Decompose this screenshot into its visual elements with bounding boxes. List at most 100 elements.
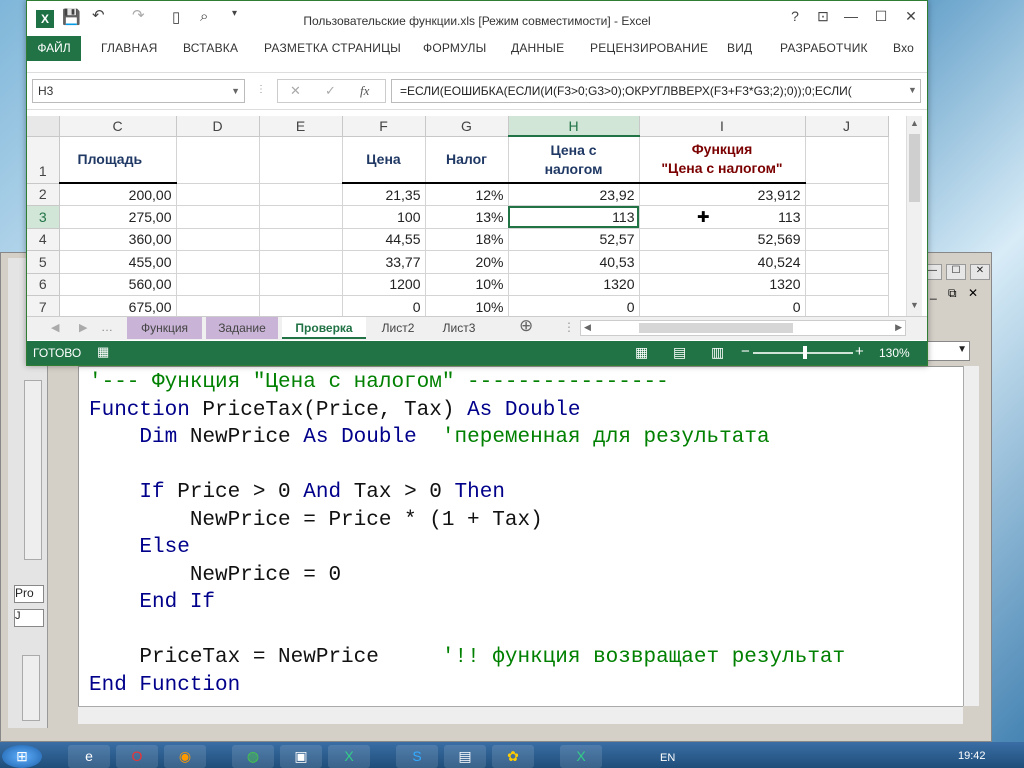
zoom-in-icon[interactable]: +: [855, 343, 864, 360]
scroll-thumb[interactable]: [909, 134, 920, 202]
page-layout-view-icon[interactable]: ▤: [673, 344, 686, 361]
header-price[interactable]: Цена: [342, 136, 426, 184]
vbe-maximize-icon[interactable]: ☐: [946, 264, 966, 280]
code-line[interactable]: Function PriceTax(Price, Tax) As Double: [89, 397, 581, 424]
cell-function-result[interactable]: 113: [639, 205, 806, 229]
clock[interactable]: 19:42: [958, 750, 986, 762]
help-icon[interactable]: ?: [782, 8, 808, 24]
cell-function-result[interactable]: 0: [639, 295, 806, 316]
expand-formula-icon[interactable]: ▼: [908, 85, 917, 95]
cell-area[interactable]: 360,00: [59, 228, 177, 251]
code-line[interactable]: End Function: [89, 672, 240, 699]
tab-signin[interactable]: Вхо: [893, 41, 914, 55]
chrome-icon[interactable]: ◍: [232, 745, 274, 768]
cell-price-with-tax[interactable]: 0: [508, 295, 640, 316]
tab-file[interactable]: ФАЙЛ: [27, 36, 81, 61]
mdi-restore-icon[interactable]: ⧉: [948, 286, 957, 300]
tab-formulas[interactable]: ФОРМУЛЫ: [423, 41, 486, 55]
tab-review[interactable]: РЕЦЕНЗИРОВАНИЕ: [590, 41, 708, 55]
cell-function-result[interactable]: 1320: [639, 273, 806, 296]
code-line[interactable]: PriceTax = NewPrice '!! функция возвраща…: [89, 644, 845, 671]
tab-page-layout[interactable]: РАЗМЕТКА СТРАНИЦЫ: [264, 41, 401, 55]
cell-tax[interactable]: 20%: [425, 250, 509, 274]
code-line[interactable]: If Price > 0 And Tax > 0 Then: [89, 479, 505, 506]
cell-price-with-tax[interactable]: 40,53: [508, 250, 640, 274]
cell-price[interactable]: 33,77: [342, 250, 426, 274]
opera-icon[interactable]: O: [116, 745, 158, 768]
cell-price-with-tax[interactable]: 1320: [508, 273, 640, 296]
scroll-left-icon[interactable]: ◀: [584, 322, 591, 333]
cell-price[interactable]: 44,55: [342, 228, 426, 251]
vbe-procedure-combo[interactable]: ▼: [924, 341, 970, 361]
column-header[interactable]: J: [805, 116, 889, 137]
select-all-corner[interactable]: [27, 116, 60, 137]
cell-area[interactable]: 275,00: [59, 205, 177, 229]
scroll-up-icon[interactable]: ▲: [910, 118, 919, 128]
tab-home[interactable]: ГЛАВНАЯ: [101, 41, 157, 55]
row-header[interactable]: 7: [27, 295, 60, 316]
column-header[interactable]: F: [342, 116, 426, 137]
start-icon[interactable]: ⊞: [2, 745, 42, 768]
cell-price-with-tax[interactable]: 52,57: [508, 228, 640, 251]
row-header[interactable]: 2: [27, 183, 60, 206]
column-header[interactable]: G: [425, 116, 509, 137]
row-header[interactable]: 4: [27, 228, 60, 251]
cancel-icon[interactable]: ✕: [290, 83, 301, 99]
firefox-icon[interactable]: ◉: [164, 745, 206, 768]
cell-tax[interactable]: 18%: [425, 228, 509, 251]
insert-function-icon[interactable]: fx: [360, 83, 369, 99]
column-header[interactable]: C: [59, 116, 177, 137]
row-header[interactable]: 1: [27, 136, 60, 184]
ribbon-display-icon[interactable]: ⊡: [810, 8, 836, 25]
column-header[interactable]: D: [176, 116, 260, 137]
cell-function-result[interactable]: 40,524: [639, 250, 806, 274]
cell-area[interactable]: 455,00: [59, 250, 177, 274]
formula-input[interactable]: =ЕСЛИ(ЕОШИБКА(ЕСЛИ(И(F3>0;G3>0);ОКРУГЛВВ…: [391, 79, 921, 103]
cell[interactable]: [805, 136, 889, 184]
column-header-active[interactable]: H: [508, 116, 640, 137]
cell-tax[interactable]: 10%: [425, 295, 509, 316]
scroll-thumb[interactable]: [639, 323, 793, 333]
zoom-slider-handle[interactable]: [803, 346, 807, 359]
zoom-level[interactable]: 130%: [879, 346, 910, 360]
cell[interactable]: [805, 295, 889, 316]
vbe-close-icon[interactable]: ✕: [970, 264, 990, 280]
cell-price-with-tax[interactable]: 23,92: [508, 183, 640, 206]
cell[interactable]: [805, 183, 889, 206]
vbe-properties-combo[interactable]: J: [14, 609, 44, 627]
row-header[interactable]: 6: [27, 273, 60, 296]
cell[interactable]: [176, 183, 260, 206]
code-line[interactable]: NewPrice = 0: [89, 562, 341, 589]
row-header[interactable]: 3: [27, 205, 60, 229]
cell-function-result[interactable]: 52,569: [639, 228, 806, 251]
cell-area[interactable]: 560,00: [59, 273, 177, 296]
formula-bar-handle-icon[interactable]: ⋮: [256, 84, 266, 95]
sheet-vertical-scrollbar[interactable]: ▲ ▼: [906, 116, 922, 316]
cell[interactable]: [259, 295, 343, 316]
excel-icon[interactable]: X: [328, 745, 370, 768]
vbe-mdi-controls[interactable]: _ ⧉ ✕: [930, 286, 990, 302]
cell[interactable]: [176, 228, 260, 251]
header-price-with-tax[interactable]: Цена с налогом: [508, 136, 640, 184]
cell[interactable]: [176, 205, 260, 229]
vbe-properties-scrollbar[interactable]: [22, 655, 40, 721]
header-area[interactable]: Площадь: [59, 136, 177, 184]
cell[interactable]: [176, 295, 260, 316]
cell-tax[interactable]: 13%: [425, 205, 509, 229]
cell-area[interactable]: 675,00: [59, 295, 177, 316]
cell-tax[interactable]: 12%: [425, 183, 509, 206]
code-vertical-scrollbar[interactable]: [963, 366, 979, 706]
cell[interactable]: [805, 205, 889, 229]
page-break-view-icon[interactable]: ▥: [711, 344, 724, 361]
minimize-icon[interactable]: —: [838, 8, 864, 24]
cell-price-with-tax[interactable]: 113: [508, 205, 640, 229]
cell-price[interactable]: 21,35: [342, 183, 426, 206]
code-line[interactable]: Dim NewPrice As Double 'переменная для р…: [89, 424, 769, 451]
next-sheet-icon[interactable]: ▶: [79, 321, 87, 334]
cell[interactable]: [805, 228, 889, 251]
mdi-close-icon[interactable]: ✕: [968, 286, 978, 300]
tab-developer[interactable]: РАЗРАБОТЧИК: [780, 41, 868, 55]
skype-icon[interactable]: S: [396, 745, 438, 768]
header-tax[interactable]: Налог: [425, 136, 509, 184]
cell-price[interactable]: 100: [342, 205, 426, 229]
